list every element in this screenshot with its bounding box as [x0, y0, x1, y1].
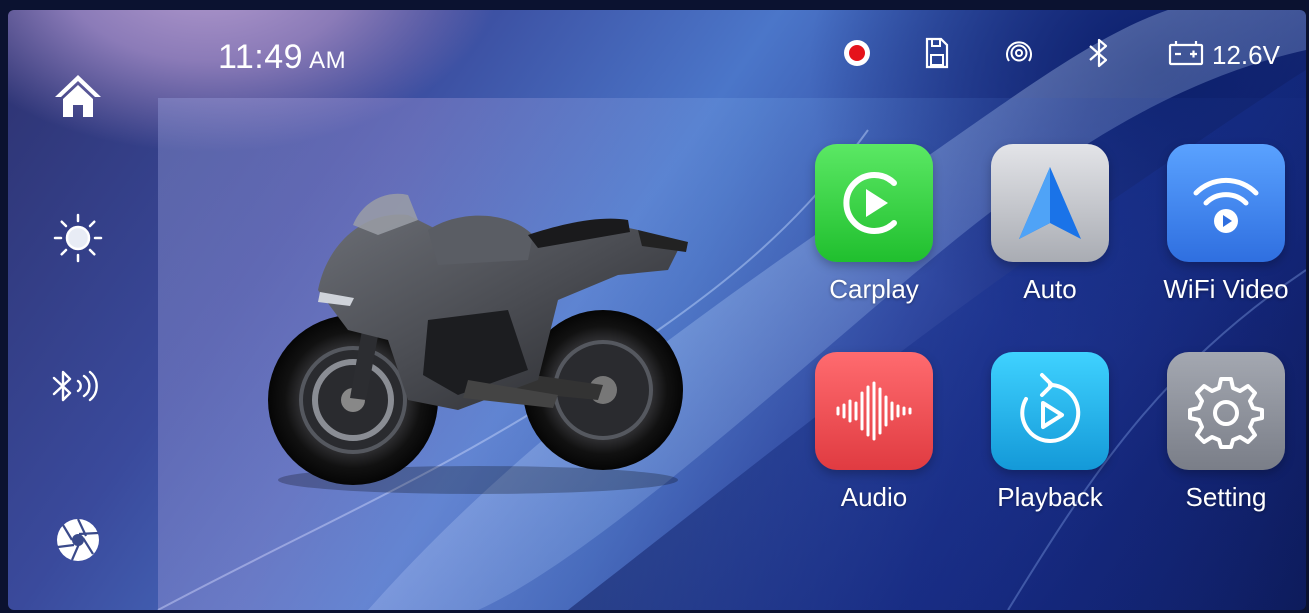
brightness-icon[interactable]: [48, 208, 108, 268]
wireless-signal-icon[interactable]: [1002, 36, 1036, 70]
voltage-readout: 12.6V: [1212, 40, 1280, 70]
sidebar: [8, 10, 158, 610]
android-auto-icon: [991, 144, 1109, 262]
app-label: Carplay: [829, 274, 919, 304]
app-label: Setting: [1185, 482, 1267, 512]
settings-gear-icon: [1167, 352, 1285, 470]
audio-waveform-icon: [815, 352, 933, 470]
app-label: Auto: [1023, 274, 1077, 304]
android-auto-app[interactable]: Auto: [980, 144, 1120, 305]
playback-icon: [991, 352, 1109, 470]
playback-app[interactable]: Playback: [980, 352, 1120, 513]
clock-ampm: AM: [309, 47, 347, 74]
carplay-app[interactable]: Carplay: [804, 144, 944, 305]
home-icon[interactable]: [48, 66, 108, 126]
app-label: WiFi Video: [1163, 274, 1289, 304]
camera-shutter-icon[interactable]: [48, 510, 108, 570]
setting-app[interactable]: Setting: [1156, 352, 1296, 513]
battery-icon: [1166, 36, 1206, 70]
sd-card-icon[interactable]: [920, 36, 954, 70]
carplay-icon: [815, 144, 933, 262]
wifi-video-app[interactable]: WiFi Video: [1156, 144, 1296, 305]
audio-app[interactable]: Audio: [804, 352, 944, 513]
clock-time: 11:49: [218, 38, 304, 76]
app-label: Audio: [840, 482, 908, 512]
clock: 11:49 AM: [218, 38, 346, 77]
head-unit-screen: 11:49 AM 12.6V Carplay Auto WiFi Video A…: [8, 10, 1306, 610]
app-label: Playback: [997, 482, 1103, 512]
bluetooth-icon[interactable]: [1082, 36, 1116, 70]
record-icon[interactable]: [840, 36, 874, 70]
status-bar: 11:49 AM 12.6V: [8, 10, 1306, 98]
motorcycle-image: [268, 193, 688, 494]
wifi-video-icon: [1167, 144, 1285, 262]
bluetooth-audio-icon[interactable]: [48, 356, 108, 416]
